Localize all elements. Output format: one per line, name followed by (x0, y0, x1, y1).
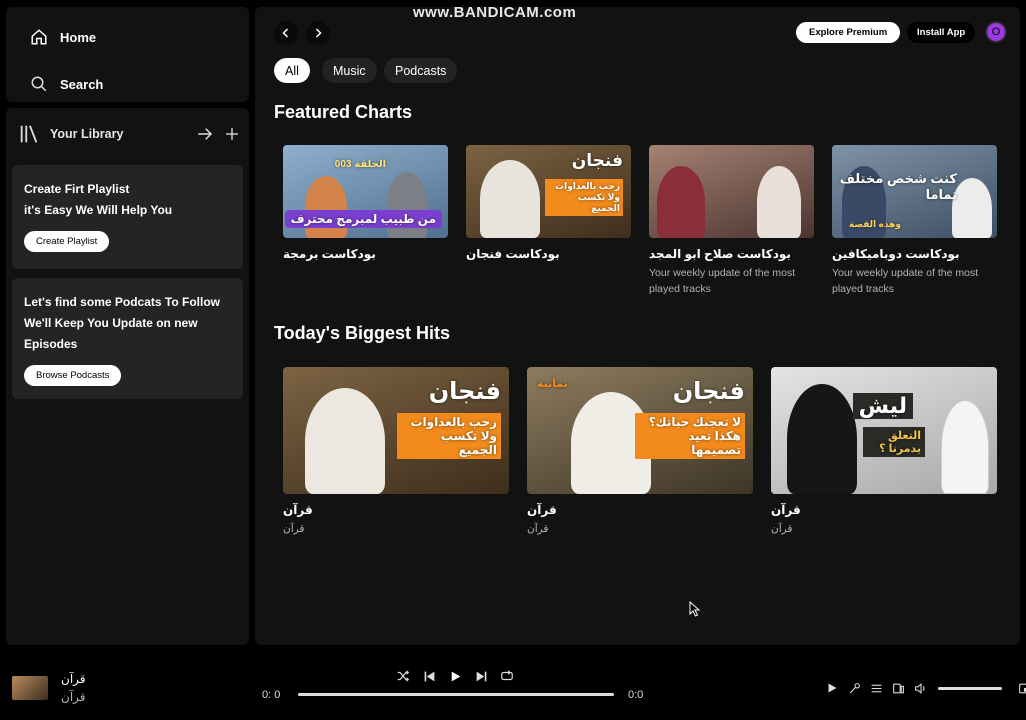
explore-premium-button[interactable]: Explore Premium (796, 22, 901, 43)
arrow-right-icon[interactable] (196, 125, 214, 143)
time-total: 0:0 (628, 689, 644, 701)
featured-card-thumbnail: كنت شخص مختلف تماما وهذه القصة (832, 145, 997, 238)
mouse-cursor-icon (689, 601, 701, 617)
install-app-button[interactable]: Install App (907, 22, 976, 43)
recording-watermark: www.BANDICAM.com (413, 4, 577, 21)
volume-slider[interactable] (938, 686, 1002, 690)
queue-icon[interactable] (868, 680, 884, 696)
filter-chip-all[interactable]: All (274, 58, 310, 83)
nav-home-label: Home (60, 29, 97, 45)
hits-card[interactable]: فنجان رحب بالعداوات ولا تكسب الجميع قرآن… (283, 367, 509, 537)
featured-card-title: بودكاست دوباميكافين (832, 247, 960, 261)
hits-card[interactable]: ليش التعلق يدمرنا ؟ قرآن قرآن (771, 367, 997, 537)
featured-card-title: بودكاست فنجان (466, 247, 560, 261)
browse-podcasts-card: Let's find some Podcats To Follow We'll … (12, 278, 243, 399)
main-content: Explore Premium Install App O All Music … (255, 7, 1020, 645)
featured-card-title: بودكاست برمجة (283, 247, 376, 261)
shuffle-icon[interactable] (395, 668, 411, 684)
featured-charts-title[interactable]: Featured Charts (274, 102, 412, 123)
volume-icon[interactable] (912, 680, 928, 696)
podcast-card-line1: Let's find some Podcats To Follow (24, 295, 220, 309)
featured-card[interactable]: الحلقة 003 من طبيب لمبرمج محترف بودكاست … (283, 145, 448, 261)
hits-card-overlay: فنجان (672, 378, 745, 405)
repeat-icon[interactable] (499, 668, 515, 684)
hits-card-overlay: ليش (852, 393, 913, 419)
featured-card-subtitle: Your weekly update of the most played tr… (649, 267, 796, 295)
hits-card-overlay-sub: التعلق يدمرنا ؟ (863, 427, 925, 457)
back-button[interactable] (274, 21, 298, 45)
featured-card-thumbnail: الحلقة 003 من طبيب لمبرمج محترف (283, 145, 448, 238)
previous-icon[interactable] (421, 668, 437, 684)
play-icon[interactable] (447, 668, 463, 684)
hits-card-overlay: فنجان (428, 378, 501, 405)
next-icon[interactable] (473, 668, 489, 684)
hits-card-thumbnail: فنجان رحب بالعداوات ولا تكسب الجميع (283, 367, 509, 494)
nav-search[interactable]: Search (30, 75, 103, 93)
featured-card-title: بودكاست صلاح ابو المجد (649, 247, 791, 261)
library-header: Your Library (18, 122, 240, 146)
home-icon (30, 28, 48, 46)
featured-card-thumbnail: فنجان رحب بالعداوات ولا تكسب الجميع (466, 145, 631, 238)
playlist-card-line1: Create Firt Playlist (24, 182, 130, 196)
mini-player-icon[interactable] (1016, 680, 1026, 696)
playback-controls (395, 668, 515, 684)
forward-button[interactable] (306, 21, 330, 45)
hits-card-title: قرآن (283, 503, 313, 517)
search-icon (30, 75, 48, 93)
featured-card-overlay-sub: وهذه القصة (848, 219, 901, 229)
featured-card[interactable]: بودكاست صلاح ابو المجد Your weekly updat… (649, 145, 814, 297)
hits-card-tag: ثمانية (537, 378, 568, 390)
nav-panel: Home Search (6, 7, 249, 102)
hits-card-overlay-sub: رحب بالعداوات ولا تكسب الجميع (397, 413, 501, 459)
hits-card-title: قرآن (771, 503, 801, 517)
todays-hits-title[interactable]: Today's Biggest Hits (274, 323, 450, 344)
featured-card[interactable]: كنت شخص مختلف تماما وهذه القصة بودكاست د… (832, 145, 997, 297)
browse-podcasts-button[interactable]: Browse Podcasts (24, 365, 122, 386)
plus-icon[interactable] (224, 126, 240, 142)
lyrics-icon[interactable] (846, 680, 862, 696)
hits-card-thumbnail: ثمانية فنجان لا تعجبك حياتك؟ هكذا تعيد ت… (527, 367, 753, 494)
hits-card-thumbnail: ليش التعلق يدمرنا ؟ (771, 367, 997, 494)
create-playlist-card: Create Firt Playlist it's Easy We Will H… (12, 165, 243, 269)
featured-card-overlay: كنت شخص مختلف تماما (839, 171, 957, 202)
library-title[interactable]: Your Library (50, 127, 123, 141)
player-bar: قرآن قرآن 0: 0 0:0 (0, 652, 1026, 720)
now-playing-artist[interactable]: قرآن (61, 690, 86, 704)
chevron-right-icon (312, 27, 324, 39)
podcast-card-line2: We'll Keep You Update on new (24, 316, 198, 330)
filter-chip-music[interactable]: Music (322, 58, 377, 83)
featured-card-overlay: فنجان (571, 151, 623, 170)
progress-bar[interactable] (298, 693, 614, 696)
hits-card-subtitle: قرآن (527, 523, 549, 535)
time-elapsed: 0: 0 (262, 689, 281, 701)
library-icon[interactable] (18, 123, 40, 145)
now-playing-artwork[interactable] (12, 676, 48, 700)
featured-card-episode: الحلقة 003 (334, 159, 386, 170)
connect-device-icon[interactable] (890, 680, 906, 696)
hits-card-subtitle: قرآن (771, 523, 793, 535)
avatar[interactable]: O (985, 21, 1007, 43)
nav-search-label: Search (60, 76, 104, 92)
hits-card-subtitle: قرآن (283, 523, 305, 535)
featured-card-thumbnail (649, 145, 814, 238)
podcast-card-line3: Episodes (24, 337, 78, 351)
featured-card-overlay-sub: رحب بالعداوات ولا تكسب الجميع (545, 179, 623, 216)
featured-card-subtitle: Your weekly update of the most played tr… (832, 267, 979, 295)
now-playing-view-icon[interactable] (824, 680, 840, 696)
featured-card[interactable]: فنجان رحب بالعداوات ولا تكسب الجميع بودك… (466, 145, 631, 261)
now-playing-title[interactable]: قرآن (61, 672, 86, 686)
hits-card[interactable]: ثمانية فنجان لا تعجبك حياتك؟ هكذا تعيد ت… (527, 367, 753, 537)
featured-card-overlay: من طبيب لمبرمج محترف (284, 210, 442, 228)
filter-chip-podcasts[interactable]: Podcasts (384, 58, 458, 83)
hits-card-title: قرآن (527, 503, 557, 517)
library-panel: Your Library Create Firt Playlist it's E… (6, 108, 249, 645)
extra-controls (824, 680, 1026, 696)
nav-home[interactable]: Home (30, 28, 96, 46)
chevron-left-icon (280, 27, 292, 39)
playlist-card-line2: it's Easy We Will Help You (24, 203, 173, 217)
create-playlist-button[interactable]: Create Playlist (24, 231, 110, 252)
hits-card-overlay-sub: لا تعجبك حياتك؟ هكذا تعيد تصميمها (635, 413, 745, 459)
